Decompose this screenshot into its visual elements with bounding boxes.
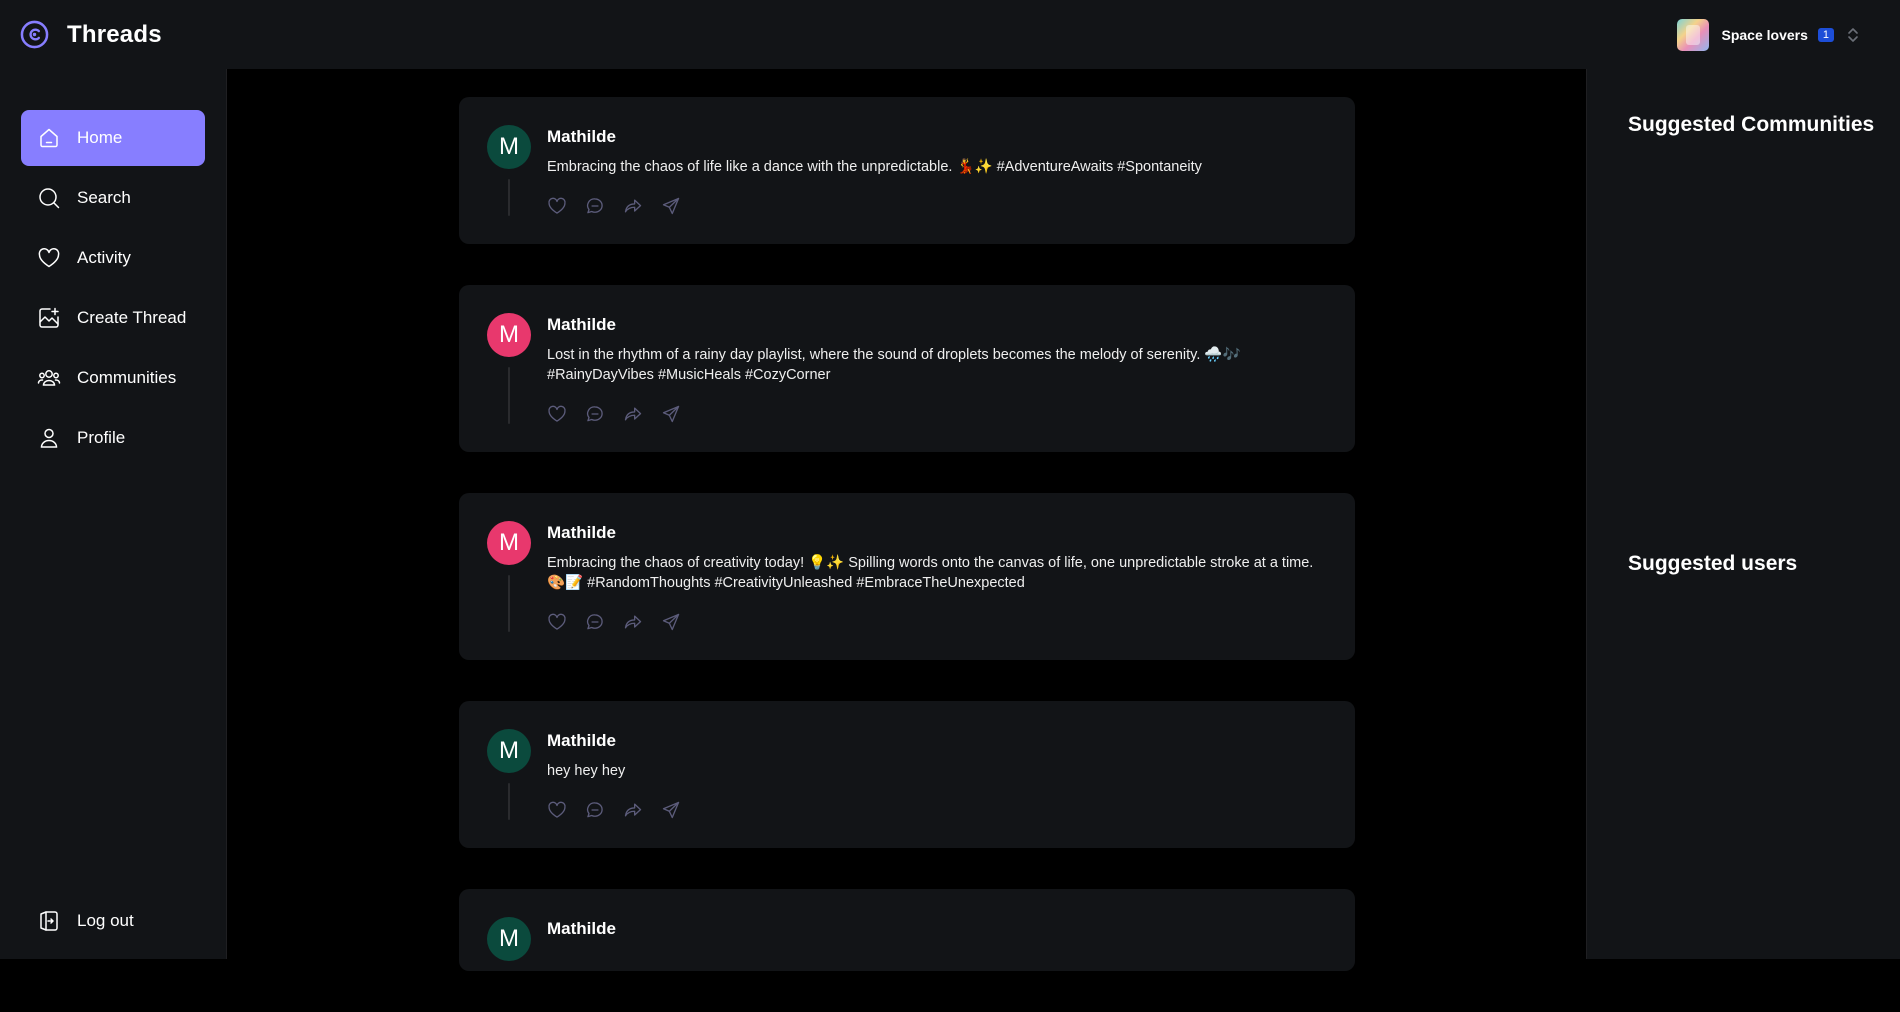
- nav-item-home[interactable]: Home: [21, 110, 205, 166]
- reply-icon[interactable]: [585, 800, 605, 820]
- brand[interactable]: Threads: [20, 20, 162, 49]
- thread-line: [508, 575, 510, 632]
- repost-icon[interactable]: [623, 196, 643, 216]
- organization-switcher[interactable]: Space lovers 1: [1677, 18, 1860, 51]
- nav-label-search: Search: [77, 188, 131, 207]
- chevron-up-down-icon[interactable]: [1846, 25, 1860, 45]
- suggested-communities-heading: Suggested Communities: [1628, 113, 1875, 136]
- thread-card: M Mathilde hey hey hey: [459, 701, 1355, 848]
- thread-line: [508, 783, 510, 820]
- author-avatar[interactable]: M: [487, 521, 531, 565]
- logout-button[interactable]: Log out: [21, 897, 150, 945]
- threads-logo-icon: [20, 20, 49, 49]
- repost-icon[interactable]: [623, 404, 643, 424]
- create-thread-icon: [39, 307, 59, 328]
- author-name[interactable]: Mathilde: [547, 127, 1327, 147]
- author-avatar[interactable]: M: [487, 313, 531, 357]
- reply-icon[interactable]: [585, 612, 605, 632]
- send-icon[interactable]: [661, 404, 681, 424]
- thread-text: Embracing the chaos of life like a dance…: [547, 159, 1202, 175]
- author-avatar[interactable]: M: [487, 917, 531, 961]
- thread-card: M Mathilde Embracing the chaos of creati…: [459, 493, 1355, 660]
- left-sidebar: Home Search Activity Create Thread Commu…: [0, 69, 227, 959]
- thread-card: M Mathilde Lost in the rhythm of a rainy…: [459, 285, 1355, 452]
- right-sidebar: Suggested Communities Suggested users: [1586, 69, 1900, 959]
- nav-item-communities[interactable]: Communities: [21, 350, 205, 406]
- author-name[interactable]: Mathilde: [547, 523, 1327, 543]
- send-icon[interactable]: [661, 800, 681, 820]
- top-bar: Threads Space lovers 1: [0, 0, 1900, 69]
- like-heart-icon[interactable]: [547, 196, 567, 216]
- thread-feed: M Mathilde Embracing the chaos of life l…: [459, 97, 1355, 1012]
- thread-text: hey hey hey: [547, 763, 626, 779]
- search-icon: [39, 188, 60, 209]
- reply-icon[interactable]: [585, 196, 605, 216]
- suggested-users-heading: Suggested users: [1628, 552, 1798, 575]
- logout-icon: [40, 911, 58, 931]
- thread-actions: [547, 800, 1327, 820]
- nav-label-activity: Activity: [77, 248, 131, 267]
- author-name[interactable]: Mathilde: [547, 919, 1327, 939]
- author-avatar[interactable]: M: [487, 729, 531, 773]
- repost-icon[interactable]: [623, 612, 643, 632]
- thread-line: [508, 367, 510, 424]
- thread-line: [508, 179, 510, 216]
- repost-icon[interactable]: [623, 800, 643, 820]
- nav-label-create-thread: Create Thread: [77, 308, 187, 327]
- send-icon[interactable]: [661, 196, 681, 216]
- nav-item-activity[interactable]: Activity: [21, 230, 205, 286]
- author-name[interactable]: Mathilde: [547, 315, 1327, 335]
- like-heart-icon[interactable]: [547, 800, 567, 820]
- main-nav: Home Search Activity Create Thread Commu…: [0, 69, 226, 466]
- thread-card: M Mathilde Embracing the chaos of life l…: [459, 97, 1355, 244]
- reply-icon[interactable]: [585, 404, 605, 424]
- like-heart-icon[interactable]: [547, 612, 567, 632]
- home-icon: [40, 128, 58, 148]
- organization-name: Space lovers: [1721, 26, 1808, 43]
- nav-item-create-thread[interactable]: Create Thread: [21, 290, 205, 346]
- thread-actions: [547, 196, 1327, 216]
- nav-label-communities: Communities: [77, 368, 177, 387]
- user-icon: [40, 428, 58, 448]
- thread-text: Embracing the chaos of creativity today!…: [547, 555, 1314, 591]
- author-name[interactable]: Mathilde: [547, 731, 1327, 751]
- thread-text: Lost in the rhythm of a rainy day playli…: [547, 347, 1241, 383]
- organization-badge: 1: [1817, 27, 1834, 42]
- send-icon[interactable]: [661, 612, 681, 632]
- nav-item-profile[interactable]: Profile: [21, 410, 205, 466]
- heart-icon: [38, 248, 60, 268]
- like-heart-icon[interactable]: [547, 404, 567, 424]
- communities-icon: [37, 370, 61, 386]
- thread-actions: [547, 404, 1327, 424]
- app-title: Threads: [67, 20, 162, 48]
- thread-actions: [547, 612, 1327, 632]
- nav-item-search[interactable]: Search: [21, 170, 205, 226]
- nav-label-home: Home: [77, 128, 123, 147]
- logout-label: Log out: [77, 911, 134, 930]
- nav-label-profile: Profile: [77, 428, 126, 447]
- author-avatar[interactable]: M: [487, 125, 531, 169]
- organization-avatar: [1677, 18, 1710, 51]
